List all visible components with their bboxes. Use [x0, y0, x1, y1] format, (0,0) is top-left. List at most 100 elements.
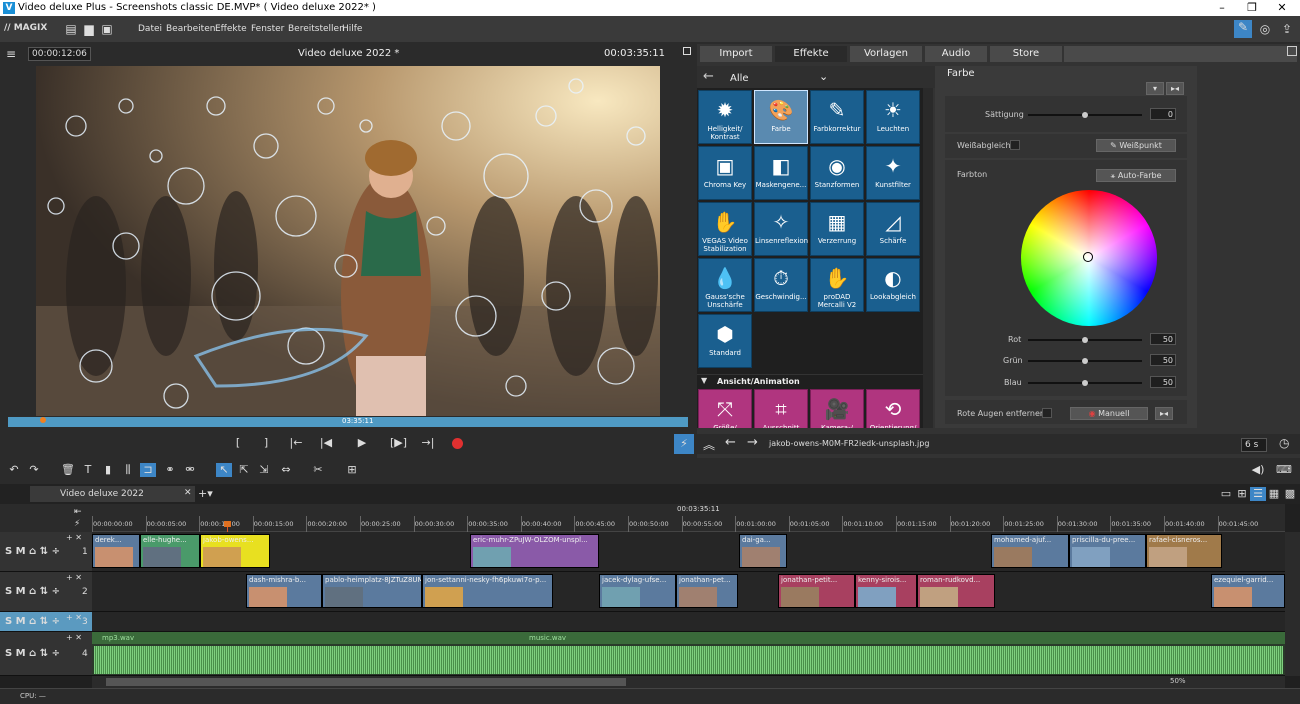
pointer-icon[interactable]: ↖ [216, 463, 232, 477]
menu-bereitstellen[interactable]: Bereitstellen [288, 24, 345, 34]
range-select-icon[interactable]: ⇲ [256, 463, 272, 477]
wb-checkbox[interactable] [1010, 140, 1020, 150]
effect-tile[interactable]: ☀ Leuchten [866, 90, 920, 144]
minimize-button[interactable]: – [1207, 0, 1237, 16]
track-menu-icon[interactable]: + ✕ [66, 533, 82, 542]
unlink-icon[interactable]: ⚮ [182, 463, 198, 477]
link-icon[interactable]: ⚭ [162, 463, 178, 477]
effect-tile[interactable]: 🎨 Farbe [754, 90, 808, 144]
effect-tile[interactable]: ◿ Schärfe [866, 202, 920, 256]
timeline-hscroll[interactable]: 50% [92, 676, 1285, 688]
timeline-clip[interactable]: jakob-owens... [200, 534, 270, 568]
effect-tile[interactable]: ⟲ Orientierung/ [866, 389, 920, 428]
playhead-handle[interactable] [224, 521, 231, 527]
zoom-level[interactable]: 50% [1170, 677, 1186, 685]
timeline-clip[interactable]: jonathan-pet... [676, 574, 738, 608]
position-bar[interactable]: 00:03:35:11 [92, 504, 1285, 516]
marker-icon[interactable]: ▮ [100, 463, 116, 477]
menu-datei[interactable]: Datei [138, 24, 162, 34]
timeline-clip[interactable]: ezequiel-garrid... [1211, 574, 1285, 608]
track-menu-icon[interactable]: + ✕ [66, 633, 82, 642]
chevron-down-icon[interactable]: ⌄ [819, 70, 828, 83]
mixer-view-icon[interactable]: ▦ [1266, 487, 1282, 501]
timeline-clip[interactable]: jon-settanni-nesky-fh6pkuwi7o-p... [422, 574, 553, 608]
prev-marker-button[interactable]: |◀ [318, 436, 334, 450]
track-header[interactable]: S M ⌂ ⇅ ÷ 3 + ✕ [0, 612, 92, 632]
hscroll-thumb[interactable] [106, 678, 626, 686]
timeline-clip[interactable]: priscilla-du-pree... [1069, 534, 1146, 568]
track-header[interactable]: S M ⌂ ⇅ ÷ 4 + ✕ [0, 632, 92, 676]
tab-vorlagen[interactable]: Vorlagen [850, 46, 922, 62]
effect-tile[interactable]: ✹ Helligkeit/ Kontrast [698, 90, 752, 144]
effect-tile[interactable]: ◐ Lookabgleich [866, 258, 920, 312]
track-controls[interactable]: S M ⌂ ⇅ ÷ [5, 648, 60, 659]
menu-fenster[interactable]: Fenster [251, 24, 284, 34]
tab-store[interactable]: Store [990, 46, 1062, 62]
hamburger-icon[interactable]: ≡ [6, 47, 16, 61]
effect-tile[interactable]: ⌗ Ausschnitt [754, 389, 808, 428]
blue-knob[interactable] [1082, 380, 1088, 386]
stretch-icon[interactable]: ⇔ [278, 463, 294, 477]
nav-back-icon[interactable]: ← [725, 435, 736, 450]
timeline-clip[interactable]: mohamed-ajuf... [991, 534, 1069, 568]
timeline-clip[interactable]: jonathan-petit... [778, 574, 855, 608]
timeline-clip[interactable]: dai-ga... [739, 534, 787, 568]
tab-import[interactable]: Import [700, 46, 772, 62]
red-slider[interactable] [1028, 337, 1142, 343]
mark-out-button[interactable]: ] [258, 436, 274, 450]
panel-maximize-icon[interactable] [1287, 46, 1297, 56]
timeline-tab[interactable]: Video deluxe 2022 ✕ [30, 486, 195, 502]
timeline-view-icon[interactable]: ☰ [1250, 487, 1266, 501]
saturation-knob[interactable] [1082, 112, 1088, 118]
green-slider[interactable] [1028, 358, 1142, 364]
tab-effekte[interactable]: Effekte [775, 46, 847, 62]
effect-tile[interactable]: 🎥 Kamera-/ [810, 389, 864, 428]
clock-icon[interactable]: ◷ [1279, 436, 1289, 450]
color-wheel[interactable] [1021, 190, 1157, 326]
to-start-button[interactable]: |← [288, 436, 304, 450]
effect-tile[interactable]: ✋ proDAD Mercalli V2 [810, 258, 864, 312]
close-button[interactable]: ✕ [1267, 0, 1297, 16]
scrub-bar[interactable]: 03:35:11 [8, 417, 688, 427]
timeline-clip[interactable]: roman-rudkovd... [917, 574, 995, 608]
to-end-button[interactable]: →| [420, 436, 436, 450]
red-value[interactable]: 50 [1150, 333, 1176, 345]
delete-icon[interactable]: 🗑 [60, 463, 76, 477]
scene-view-icon[interactable]: ⊞ [1234, 487, 1250, 501]
effects-scrollbar[interactable] [923, 88, 933, 428]
effect-tile[interactable]: ✧ Linsenreflexion [754, 202, 808, 256]
preset-dropdown-icon[interactable]: ▾ [1146, 82, 1164, 95]
effect-tile[interactable]: 💧 Gauss'sche Unschärfe [698, 258, 752, 312]
back-arrow-icon[interactable]: ← [703, 69, 714, 84]
timeline-vscroll[interactable] [1285, 532, 1300, 676]
mode-icon[interactable]: ✎ [1234, 20, 1252, 38]
audio-waveform[interactable] [94, 646, 502, 674]
grid-view-icon[interactable]: ▩ [1282, 487, 1298, 501]
track-menu-icon[interactable]: + ✕ [66, 613, 82, 622]
timeline-clip[interactable]: rafael-cisneros... [1146, 534, 1222, 568]
menu-bearbeiten[interactable]: Bearbeiten [166, 24, 215, 34]
effect-tile[interactable]: ◉ Stanzformen [810, 146, 864, 200]
mark-in-button[interactable]: [ [230, 436, 246, 450]
disc-icon[interactable]: ◎ [1258, 22, 1272, 36]
snap-icon[interactable]: ⇤ [74, 507, 82, 517]
maximize-button[interactable]: ❐ [1237, 0, 1267, 16]
effect-tile[interactable]: ✦ Kunstfilter [866, 146, 920, 200]
effect-tile[interactable]: ✋ VEGAS Video Stabilization [698, 202, 752, 256]
effect-tile[interactable]: ⏱ Geschwindig... [754, 258, 808, 312]
effect-tile[interactable]: ▦ Verzerrung [810, 202, 864, 256]
effects-toggle-icon[interactable]: ⚡ [674, 434, 694, 454]
open-folder-icon[interactable]: ▆ [82, 22, 96, 36]
upload-icon[interactable]: ⇪ [1280, 22, 1294, 36]
keyboard-icon[interactable]: ⌨ [1276, 463, 1292, 477]
timeline-clip[interactable]: elle-hughe... [140, 534, 200, 568]
save-icon[interactable]: ▣ [100, 22, 114, 36]
title-icon[interactable]: T [80, 463, 96, 477]
record-button[interactable] [452, 438, 463, 449]
play-button[interactable]: ▶ [354, 436, 370, 450]
undo-icon[interactable]: ↶ [6, 463, 22, 477]
track-controls[interactable]: S M ⌂ ⇅ ÷ [5, 586, 60, 597]
green-knob[interactable] [1082, 358, 1088, 364]
timeline-clip[interactable]: kenny-sirois... [855, 574, 917, 608]
auto-color-button[interactable]: ⚹ Auto-Farbe [1096, 169, 1176, 182]
